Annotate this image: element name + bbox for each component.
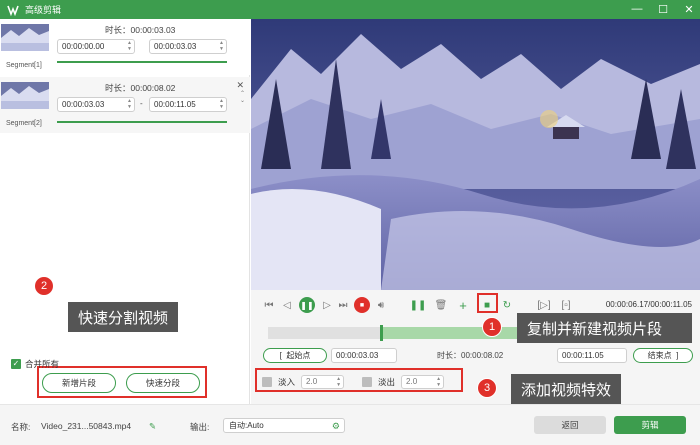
spin-icon[interactable]: ▲ ▼: [219, 40, 224, 52]
minimize-button[interactable]: —: [630, 2, 644, 16]
merge-all-label: 合并所有: [25, 359, 60, 369]
start-point-label: 起始点: [286, 351, 311, 360]
step-back-icon[interactable]: ◁: [279, 297, 295, 313]
back-button[interactable]: 返回: [534, 416, 606, 434]
stop-icon[interactable]: ■: [354, 297, 370, 313]
start-time-field[interactable]: 00:00:03.03: [331, 348, 397, 363]
fade-effects-highlight: 淡入 2.0 ▲ ▼ 淡出 2.0 ▲ ▼: [255, 368, 463, 392]
range-separator: -: [140, 99, 143, 108]
annotation-callout: 复制并新建视频片段: [517, 313, 692, 343]
segment-label: Segment[1]: [6, 62, 42, 69]
start-time-value: 00:00:03.03: [336, 351, 379, 360]
gear-icon[interactable]: ⚙: [332, 420, 340, 433]
segment-start-field[interactable]: 00:00:00.00 ▲ ▼: [57, 39, 135, 54]
fade-out-input[interactable]: 2.0 ▲ ▼: [401, 375, 445, 389]
merge-all-checkbox[interactable]: ✓: [11, 359, 21, 369]
skip-end-icon[interactable]: ⏭: [335, 297, 351, 313]
fade-out-row[interactable]: 淡出 2.0 ▲ ▼: [362, 375, 445, 389]
split-icon[interactable]: ❚❚: [410, 297, 427, 313]
bracket-right-icon: ]: [676, 351, 679, 360]
add-segment-button[interactable]: 新增片段: [42, 373, 116, 393]
annotation-callout: 添加视频特效: [511, 374, 622, 404]
annotation-callout: 快速分割视频: [68, 302, 179, 332]
step-forward-icon[interactable]: ▷: [319, 297, 335, 313]
segment-item[interactable]: 时长：00:00:03.03 00:00:00.00 ▲ ▼ 00:00:03.03…: [0, 19, 250, 75]
fade-in-label: 淡入: [278, 377, 296, 387]
merge-all-row[interactable]: ✓ 合并所有: [11, 358, 59, 370]
time-display: 00:00:06.17/00:00:11.05: [605, 300, 692, 309]
volume-icon[interactable]: 🔊︎: [373, 297, 389, 313]
player-controls: ⏮ ◁ ❚❚ ▷ ⏭ ■ 🔊︎ ❚❚ 🗑︎ + ■ ↻ [▷] [▫] 00:0…: [251, 290, 700, 404]
fade-in-value: 2.0: [306, 377, 318, 386]
annotation-badge: 2: [34, 276, 54, 296]
set-end-button[interactable]: 结束点 ]: [633, 348, 693, 363]
output-format-value: 自动:Auto: [229, 421, 264, 430]
fade-in-checkbox[interactable]: [262, 377, 272, 387]
segment-start-value: 00:00:00.00: [62, 42, 105, 51]
output-label: 输出:: [190, 422, 210, 432]
rename-pencil-icon[interactable]: ✎: [149, 421, 156, 432]
fade-in-row[interactable]: 淡入 2.0 ▲ ▼: [262, 375, 345, 389]
output-format-select[interactable]: 自动:Auto ⚙: [223, 418, 345, 433]
fade-out-value: 2.0: [406, 377, 418, 386]
timeline-handle[interactable]: [380, 325, 383, 341]
window-title: 高级剪辑: [25, 5, 62, 15]
segment-thumbnail: [1, 82, 49, 109]
segment-duration: 时长：00:00:03.03: [105, 25, 176, 35]
app-logo-icon: [6, 3, 20, 17]
fade-out-label: 淡出: [378, 377, 396, 387]
spin-icon[interactable]: ▲ ▼: [127, 98, 132, 110]
bracket-left-icon: [: [279, 351, 282, 360]
edit-button[interactable]: 剪辑: [614, 416, 686, 434]
range-row: [ 起始点 00:00:03.03 时长：00:00:08.02 00:00:1…: [263, 348, 693, 364]
in-point-icon[interactable]: [▷]: [536, 297, 552, 313]
pause-icon[interactable]: ❚❚: [299, 297, 315, 313]
segment-list-panel: 时长：00:00:03.03 00:00:00.00 ▲ ▼ 00:00:03.03…: [0, 19, 250, 404]
move-segment-icon[interactable]: ⌃ ⌄: [240, 91, 245, 105]
segment-end-field[interactable]: 00:00:03.03 ▲ ▼: [149, 39, 227, 54]
segment-label: Segment[2]: [6, 120, 42, 127]
quick-split-button[interactable]: 快速分段: [126, 373, 200, 393]
spin-icon[interactable]: ▲ ▼: [219, 98, 224, 110]
spin-icon[interactable]: ▲ ▼: [436, 376, 441, 388]
segment-start-value: 00:00:03.03: [62, 100, 105, 109]
set-start-button[interactable]: [ 起始点: [263, 348, 327, 363]
segment-thumbnail: [1, 24, 49, 51]
annotation-badge: 3: [477, 378, 497, 398]
delete-icon[interactable]: 🗑︎: [433, 297, 449, 313]
end-time-value: 00:00:11.05: [562, 351, 604, 360]
skip-start-icon[interactable]: ⏮: [261, 297, 277, 313]
file-name: Video_231...50843.mp4: [41, 421, 132, 431]
bottom-bar: 名称: Video_231...50843.mp4 ✎ 输出: 自动:Auto ⚙…: [0, 404, 700, 445]
fade-out-checkbox[interactable]: [362, 377, 372, 387]
fade-in-input[interactable]: 2.0 ▲ ▼: [301, 375, 345, 389]
duration-label: 时长：00:00:08.02: [437, 351, 504, 360]
name-label: 名称:: [11, 422, 31, 432]
video-preview[interactable]: [251, 19, 700, 290]
maximize-button[interactable]: ☐: [656, 2, 670, 16]
close-button[interactable]: ✕: [682, 2, 696, 16]
segment-duration: 时长：00:00:08.02: [105, 83, 176, 93]
spin-icon[interactable]: ▲ ▼: [127, 40, 132, 52]
segment-item[interactable]: 时长：00:00:08.02 00:00:03.03 ▲ ▼ - 00:00:11.…: [0, 77, 250, 133]
duplicate-highlight: [477, 293, 498, 313]
quick-actions-highlight: 新增片段 快速分段: [37, 366, 207, 398]
segment-start-field[interactable]: 00:00:03.03 ▲ ▼: [57, 97, 135, 112]
reset-icon[interactable]: ↻: [499, 297, 515, 313]
end-point-label: 结束点: [647, 351, 672, 360]
annotation-badge: 1: [482, 317, 502, 337]
segment-progress: [57, 121, 227, 123]
delete-segment-icon[interactable]: ✕: [236, 80, 244, 91]
title-bar: 高级剪辑 — ☐ ✕: [0, 0, 700, 19]
out-point-icon[interactable]: [▫]: [558, 297, 574, 313]
segment-progress: [57, 61, 227, 63]
segment-end-value: 00:00:11.05: [154, 100, 196, 109]
segment-end-value: 00:00:03.03: [154, 42, 197, 51]
spin-icon[interactable]: ▲ ▼: [336, 376, 341, 388]
end-time-field[interactable]: 00:00:11.05: [557, 348, 627, 363]
add-icon[interactable]: +: [455, 297, 471, 313]
segment-end-field[interactable]: 00:00:11.05 ▲ ▼: [149, 97, 227, 112]
